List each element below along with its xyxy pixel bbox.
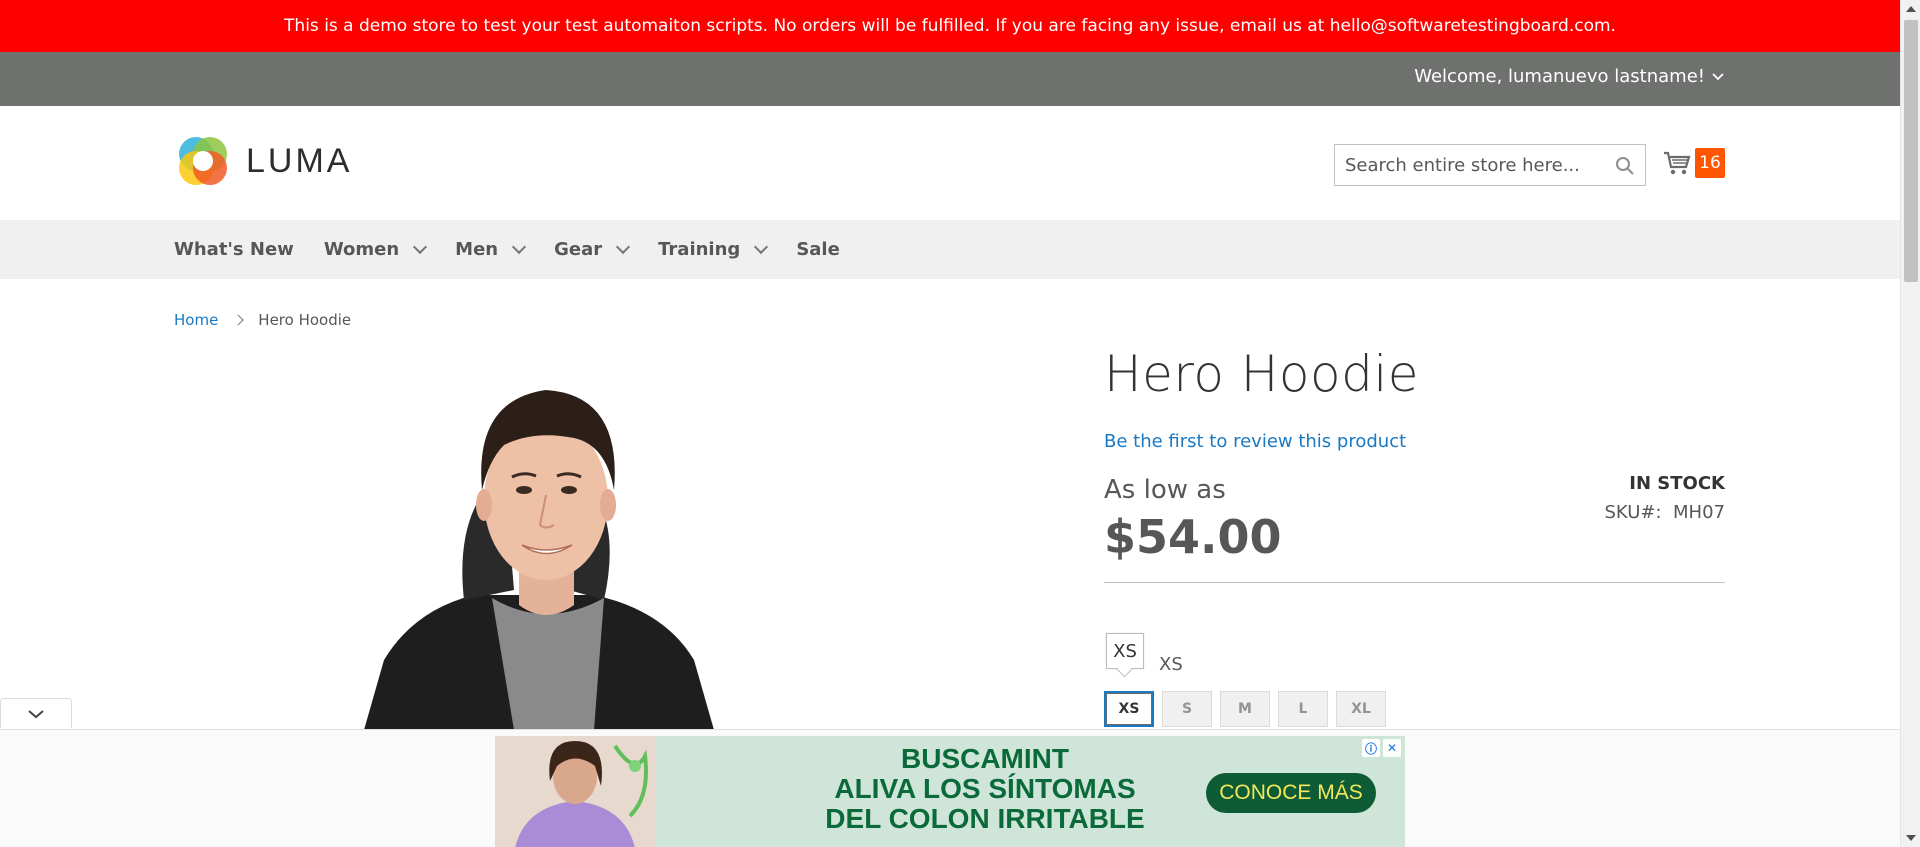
size-swatch-xl[interactable]: XL xyxy=(1336,691,1386,727)
nav-item-label: Men xyxy=(455,239,499,260)
swatch-tooltip: XS xyxy=(1106,633,1144,669)
ad-person-image xyxy=(495,736,655,847)
sku-value: MH07 xyxy=(1673,502,1725,523)
product-price: $54.00 xyxy=(1104,510,1282,564)
product-title: Hero Hoodie xyxy=(1104,345,1419,403)
size-swatches: XS S M L XL xyxy=(1104,691,1386,727)
search-input[interactable] xyxy=(1345,154,1595,176)
product-photo xyxy=(364,390,714,730)
anchor-ad-area: BUSCAMINT ALIVA LOS SÍNTOMAS DEL COLON I… xyxy=(0,729,1900,847)
nav-item-women[interactable]: Women xyxy=(323,239,428,260)
breadcrumb-home-link[interactable]: Home xyxy=(174,311,218,329)
ad-headline-line: ALIVA LOS SÍNTOMAS xyxy=(834,773,1136,804)
scroll-down-arrow-icon[interactable] xyxy=(1906,835,1916,841)
welcome-text: Welcome, lumanuevo lastname! xyxy=(1414,66,1705,87)
sku-label: SKU#: xyxy=(1604,502,1662,523)
ad-cta-button[interactable]: CONOCE MÁS xyxy=(1206,773,1376,813)
breadcrumb-current: Hero Hoodie xyxy=(258,311,352,329)
nav-item-label: Gear xyxy=(554,239,603,260)
chevron-down-icon xyxy=(413,239,428,254)
chevron-down-icon xyxy=(28,709,44,718)
chevron-down-icon xyxy=(754,239,769,254)
chevron-down-icon xyxy=(512,239,527,254)
info-icon[interactable]: ⓘ xyxy=(1362,739,1380,757)
selected-size-label: XS xyxy=(1159,654,1183,675)
demo-notice-banner: This is a demo store to test your test a… xyxy=(0,0,1900,52)
scrollbar-thumb[interactable] xyxy=(1904,20,1918,282)
chevron-down-icon xyxy=(616,239,631,254)
size-swatch-m[interactable]: M xyxy=(1220,691,1270,727)
size-swatch-s[interactable]: S xyxy=(1162,691,1212,727)
nav-item-label: What's New xyxy=(174,239,294,260)
close-icon[interactable]: ✕ xyxy=(1383,739,1401,757)
search-icon[interactable] xyxy=(1615,156,1635,176)
page-scrollbar[interactable] xyxy=(1900,0,1920,847)
sku-line: SKU#: MH07 xyxy=(1604,502,1725,523)
nav-item-label: Women xyxy=(323,239,400,260)
product-info: Hero Hoodie Be the first to review this … xyxy=(1104,345,1725,583)
first-review-link[interactable]: Be the first to review this product xyxy=(1104,431,1406,452)
nav-item-training[interactable]: Training xyxy=(658,239,769,260)
search-box xyxy=(1334,144,1646,186)
main-navigation: What's New Women Men Gear Training Sale xyxy=(0,220,1900,279)
ad-headline: BUSCAMINT ALIVA LOS SÍNTOMAS DEL COLON I… xyxy=(705,744,1265,834)
ad-controls: ⓘ ✕ xyxy=(1362,739,1401,757)
nav-item-men[interactable]: Men xyxy=(455,239,527,260)
welcome-bar: Welcome, lumanuevo lastname! xyxy=(0,52,1900,106)
product-image-gallery[interactable] xyxy=(174,360,1074,730)
logo-text: LUMA xyxy=(246,141,353,180)
price-label: As low as xyxy=(1104,475,1226,505)
stock-status: IN STOCK xyxy=(1629,473,1725,494)
chevron-right-icon xyxy=(232,314,244,326)
nav-item-sale[interactable]: Sale xyxy=(796,239,840,260)
cart-count-badge: 16 xyxy=(1695,148,1725,178)
shopping-cart-icon xyxy=(1664,151,1691,175)
ad-headline-line: BUSCAMINT xyxy=(901,743,1069,774)
nav-item-whats-new[interactable]: What's New xyxy=(174,239,294,260)
scroll-up-arrow-icon[interactable] xyxy=(1906,6,1916,12)
advertisement-banner[interactable]: BUSCAMINT ALIVA LOS SÍNTOMAS DEL COLON I… xyxy=(495,736,1405,847)
luma-logo[interactable]: LUMA xyxy=(174,132,352,190)
nav-item-gear[interactable]: Gear xyxy=(554,239,631,260)
size-swatch-xs[interactable]: XS xyxy=(1104,691,1154,727)
ad-headline-line: DEL COLON IRRITABLE xyxy=(825,803,1145,834)
luma-logo-icon xyxy=(179,137,227,185)
site-header: LUMA 16 xyxy=(0,106,1900,220)
customer-menu-toggle[interactable]: Welcome, lumanuevo lastname! xyxy=(1414,66,1725,87)
chevron-down-icon xyxy=(1712,72,1724,80)
nav-item-label: Sale xyxy=(796,239,840,260)
size-swatch-l[interactable]: L xyxy=(1278,691,1328,727)
minicart-button[interactable]: 16 xyxy=(1663,148,1725,178)
breadcrumb: Home Hero Hoodie xyxy=(174,311,351,329)
divider xyxy=(1104,582,1725,583)
demo-notice-text: This is a demo store to test your test a… xyxy=(284,16,1616,36)
ad-collapse-button[interactable] xyxy=(0,698,72,728)
nav-item-label: Training xyxy=(658,239,741,260)
